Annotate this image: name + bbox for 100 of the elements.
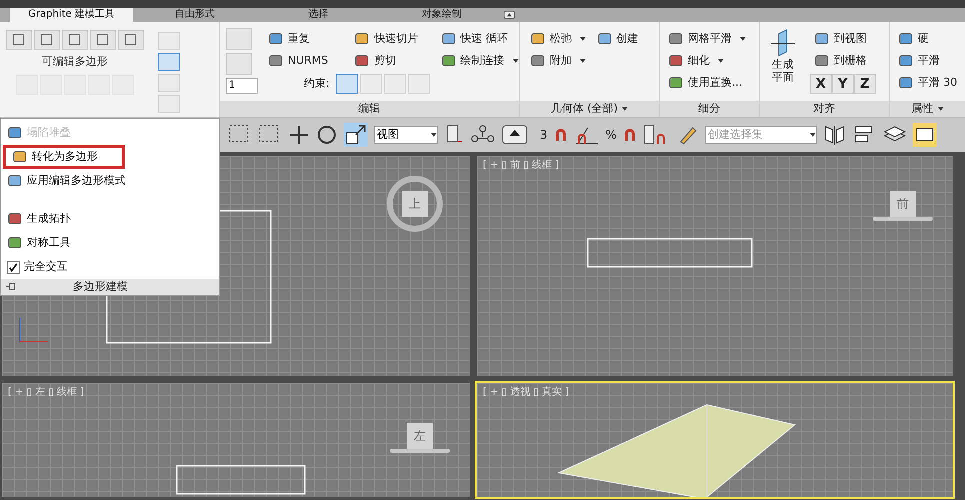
ribbon-button[interactable]: 平滑 30	[894, 72, 965, 94]
ribbon-button[interactable]: 剪切	[350, 50, 433, 72]
scale-icon[interactable]	[344, 123, 368, 147]
ribbon-button[interactable]: 快速 循环	[436, 28, 519, 50]
magnet-icon[interactable]	[623, 128, 638, 142]
constraint-label: 约束:	[304, 76, 330, 92]
axis-button[interactable]: X	[810, 74, 832, 94]
view-dropdown[interactable]: 视图	[374, 126, 438, 144]
viewport[interactable]: [ + ▯ 左 ▯ 线框 ] 左	[0, 381, 472, 499]
viewcube[interactable]: 前	[873, 191, 933, 221]
ribbon-button[interactable]: 快速切片	[350, 28, 433, 50]
menu-item[interactable]: 应用编辑多边形模式	[1, 169, 219, 193]
panel-title[interactable]: 属性	[890, 101, 965, 117]
ribbon-button[interactable]: 绘制连接	[436, 50, 519, 72]
arrow-up-icon[interactable]	[502, 124, 528, 146]
side-button[interactable]	[158, 53, 180, 71]
rotate-icon[interactable]	[316, 124, 338, 146]
tool-icon	[12, 149, 28, 165]
subobject-icon	[97, 34, 109, 46]
tool-icon	[814, 31, 830, 47]
snap-percent-label[interactable]: %	[606, 126, 618, 144]
viewcube-face[interactable]: 左	[407, 423, 433, 449]
ribbon-button[interactable]: NURMS	[264, 50, 346, 72]
tool-icon	[898, 75, 914, 91]
menu-footer-label: 多边形建模	[73, 278, 128, 295]
tool-icon	[530, 53, 546, 69]
ribbon-tab[interactable]: 对象绘制	[380, 8, 504, 22]
constraint-button[interactable]	[336, 74, 358, 94]
subobject-icon	[125, 34, 137, 46]
menu-item[interactable]: 完全交互	[1, 255, 219, 279]
subobject-button[interactable]	[118, 30, 144, 50]
move-icon[interactable]	[288, 124, 310, 146]
tool-icon	[7, 235, 23, 251]
caret-icon	[580, 59, 586, 63]
tool-icon	[7, 211, 23, 227]
subobject-icon	[13, 34, 25, 46]
tool-icon	[814, 53, 830, 69]
minimize-ribbon-icon[interactable]	[504, 10, 516, 20]
ribbon-button[interactable]: 到栅格	[810, 50, 876, 72]
snap-angle-label[interactable]: 3	[540, 126, 548, 144]
ribbon-button[interactable]: 松弛	[526, 28, 592, 50]
viewcube[interactable]: 左	[390, 423, 450, 453]
caret-icon	[938, 107, 944, 111]
tool-icon	[596, 31, 612, 47]
plane-icon	[770, 28, 796, 58]
ribbon-tab[interactable]: 自由形式	[133, 8, 257, 22]
ribbon-button[interactable]: 平滑	[894, 50, 965, 72]
tool-icon	[268, 53, 284, 69]
subobject-icon	[69, 34, 81, 46]
tool-icon	[7, 125, 23, 141]
subobject-button[interactable]	[90, 30, 116, 50]
tool-icon	[440, 53, 457, 69]
ribbon-button[interactable]: 重复	[264, 28, 346, 50]
ribbon-button[interactable]: 附加	[526, 50, 592, 72]
tool-icon	[354, 31, 370, 47]
ribbon-button[interactable]: 创建	[592, 28, 659, 50]
tool-icon	[268, 31, 284, 47]
subobject-icon	[41, 34, 53, 46]
tool-icon	[7, 173, 23, 189]
ribbon-tab[interactable]: Graphite 建模工具	[10, 8, 134, 22]
spinner-field[interactable]: 1	[226, 78, 258, 94]
subobject-button[interactable]	[34, 30, 60, 50]
panel-label: 可编辑多边形	[42, 54, 108, 70]
panel-title[interactable]: 几何体 (全部)	[520, 101, 659, 117]
tool-icon	[668, 75, 684, 91]
caret-icon	[512, 59, 519, 63]
checkmark-icon	[9, 262, 18, 272]
caret-icon	[431, 133, 437, 137]
magnet-icon[interactable]	[554, 128, 568, 142]
pin-icon[interactable]	[5, 282, 17, 292]
caret-icon	[718, 59, 724, 63]
plane-button[interactable]: 生成平面	[760, 28, 806, 101]
tool-icon	[530, 31, 546, 47]
ribbon-button[interactable]: 硬	[894, 28, 965, 50]
caret-icon	[580, 37, 586, 41]
tool-icon	[668, 53, 684, 69]
axis-button[interactable]: Y	[832, 74, 854, 94]
menu-item[interactable]: 转化为多边形	[3, 145, 125, 169]
subobject-button[interactable]	[6, 30, 32, 50]
ribbon-button[interactable]: 网格平滑	[664, 28, 759, 50]
viewcube-face[interactable]: 上	[402, 191, 428, 217]
panel-title[interactable]: 对齐	[760, 101, 889, 117]
axis-button[interactable]: Z	[854, 74, 876, 94]
tool-icon	[440, 31, 457, 47]
viewcube-face[interactable]: 前	[890, 191, 916, 217]
panel-title[interactable]: 编辑	[220, 101, 519, 117]
mirror-icon[interactable]	[823, 124, 848, 146]
viewport[interactable]: [ + ▯ 前 ▯ 线框 ] 前	[475, 154, 955, 378]
panel-title[interactable]: 细分	[660, 101, 759, 117]
ribbon-button[interactable]: 使用置换...	[664, 72, 759, 94]
ribbon-tab[interactable]: 选择	[256, 8, 380, 22]
tool-icon	[898, 53, 914, 69]
caret-icon	[740, 37, 746, 41]
checkbox[interactable]	[7, 260, 20, 274]
ribbon-button[interactable]: 到视图	[810, 28, 876, 50]
viewcube[interactable]: 上	[387, 176, 443, 232]
menu-item[interactable]: 生成拓扑	[1, 207, 219, 231]
subobject-button[interactable]	[62, 30, 88, 50]
ribbon-button[interactable]: 细化	[664, 50, 759, 72]
menu-item[interactable]: 对称工具	[1, 231, 219, 255]
